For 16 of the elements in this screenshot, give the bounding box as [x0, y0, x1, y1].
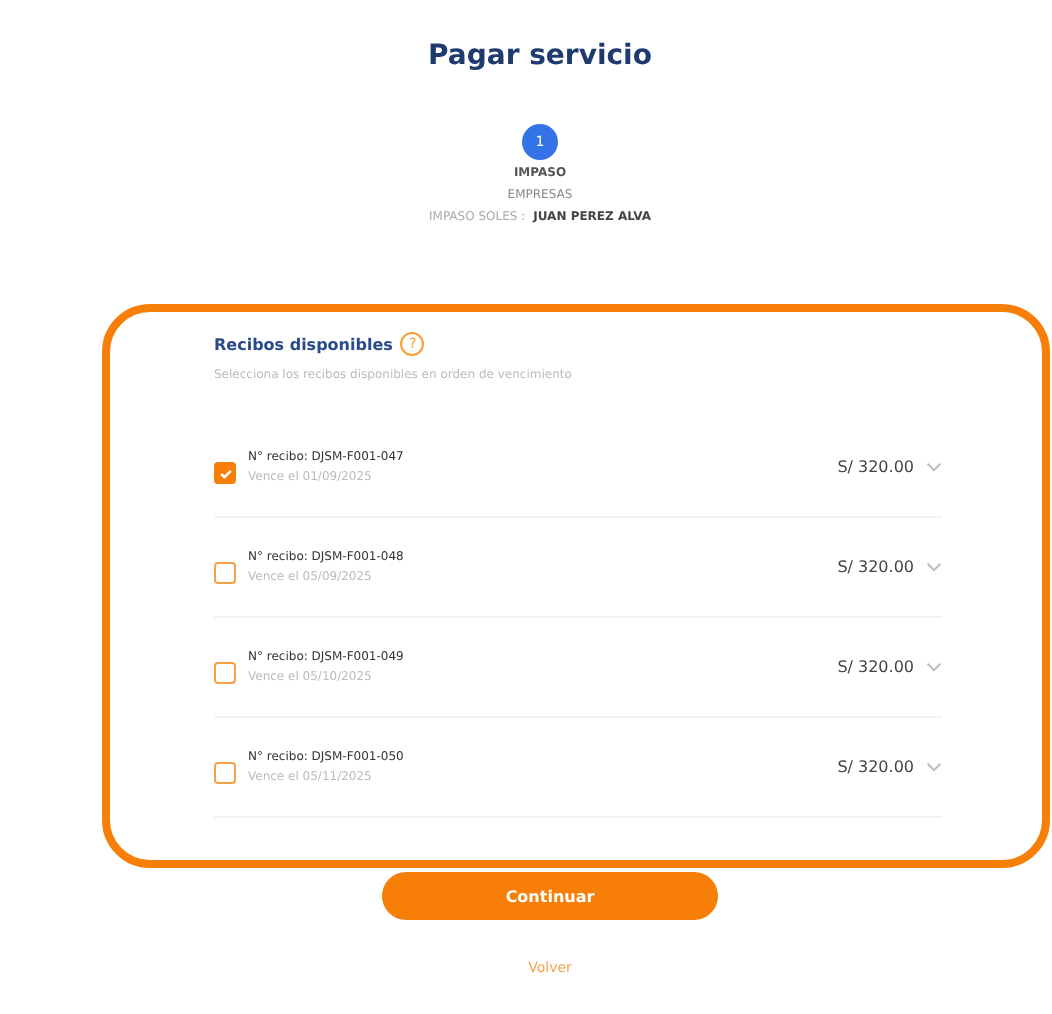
chevron-down-icon[interactable] [926, 662, 942, 672]
chevron-down-icon[interactable] [926, 562, 942, 572]
checkbox[interactable] [214, 662, 236, 684]
receipt-amount: S/ 320.00 [837, 758, 914, 776]
continue-button[interactable]: Continuar [382, 872, 718, 920]
checkbox[interactable] [214, 562, 236, 584]
checkbox[interactable] [214, 762, 236, 784]
receipt-amount: S/ 320.00 [837, 658, 914, 676]
check-icon [217, 465, 233, 481]
receipt-amount: S/ 320.00 [837, 458, 914, 476]
chevron-down-icon[interactable] [926, 462, 942, 472]
checkbox[interactable] [214, 462, 236, 484]
page-title: Pagar servicio [428, 40, 652, 72]
chevron-down-icon[interactable] [926, 762, 942, 772]
receipt-amount: S/ 320.00 [837, 558, 914, 576]
section-title: Recibos disponibles [214, 335, 393, 353]
